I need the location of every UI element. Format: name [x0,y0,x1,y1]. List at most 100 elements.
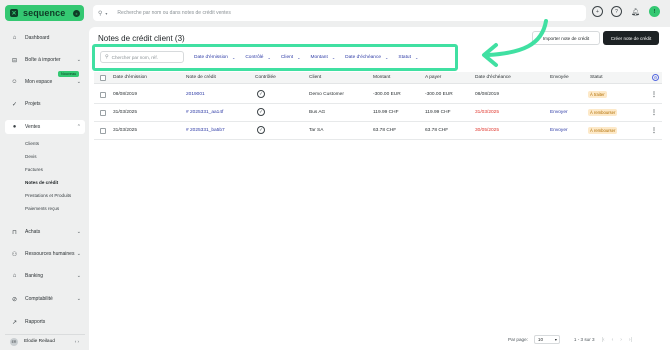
controlled-check-icon[interactable]: ✓ [257,90,265,98]
cell-amount: 119.99 CHF [373,110,399,115]
prev-page-icon[interactable]: ‹ [612,337,614,343]
row-checkbox[interactable] [100,110,106,116]
column-header[interactable]: Date d'émission [113,75,147,80]
chevron-down-icon[interactable]: ▾ [105,11,107,16]
sidebar-subitem-devis[interactable]: Devis [25,154,37,159]
brand-logo[interactable]: ✕ sequence ± [5,5,84,21]
sidebar-item-label: Banking [25,273,44,279]
chevron-down-icon: ⌄ [76,296,81,302]
sidebar-item-dashboard[interactable]: ⌂ Dashboard [5,31,85,45]
sidebar-item-ventes[interactable]: ● Ventes ⌃ [5,120,85,134]
avatar: ER [10,337,18,346]
column-header[interactable]: Montant [373,75,390,80]
column-header[interactable]: Envoyée [550,75,569,80]
person-icon: ☺ [11,79,18,85]
next-page-icon[interactable]: › [620,337,622,343]
row-checkbox[interactable] [100,92,106,98]
filter-label: Montant [310,54,328,60]
check-icon: ✓ [11,101,18,108]
column-header[interactable]: Client [309,75,321,80]
search-input[interactable]: Recherche par nom ou dans notes de crédi… [117,10,230,16]
controlled-check-icon[interactable]: ✓ [257,126,265,134]
filter-bar: ⚲ Chercher par nom, réf. Date d'émission… [100,50,454,64]
sidebar-item-label: Dashboard [25,35,50,41]
people-icon: ⚇ [11,251,18,258]
inbox-icon: ⊟ [11,57,18,64]
column-settings-icon[interactable]: ⚙ [652,74,659,81]
status-badge: À rembourser [588,127,618,134]
filter-label: Contrôlé [245,54,264,60]
last-page-icon[interactable]: ›| [629,337,632,343]
column-header[interactable]: Statut [590,75,603,80]
cell-note-link[interactable]: # 2025331_ba5b7 [186,128,225,133]
table-row[interactable]: 08/08/2019 2019001 ✓ Demo Customer -300.… [94,86,662,104]
controlled-check-icon[interactable]: ✓ [257,108,265,116]
chevron-down-icon: ⌄ [385,54,389,60]
main-panel: Notes de crédit client (3) Importer note… [89,19,670,350]
sidebar-item-mon-espace[interactable]: ☺ Mon espace ⌄ [5,75,85,89]
sidebar-subitem-clients[interactable]: Clients [25,141,39,146]
help-icon[interactable]: ? [611,6,622,17]
filter-client[interactable]: Client ⌄ [281,55,301,60]
search-icon: ⚲ [98,10,103,17]
sidebar-subitem-factures[interactable]: Factures [25,167,43,172]
brand-name: sequence [23,8,66,18]
sidebar-subitem-notes-credit[interactable]: Notes de crédit [25,180,58,185]
cell-amount: 63.78 CHF [373,128,397,133]
table-row[interactable]: 31/03/2025 # 2025331_ba5b7 ✓ Tar SA 63.7… [94,122,662,140]
top-icons: + ? 🔔︎ ! [592,6,660,17]
filter-label: Date d'émission [194,54,228,60]
column-header[interactable]: Date d'échéance [475,75,511,80]
sidebar-item-projets[interactable]: ✓ Projets [5,97,85,111]
filter-statut[interactable]: Statut ⌄ [398,55,418,60]
more-icon[interactable]: ⋮ [651,109,657,116]
filter-montant[interactable]: Montant ⌄ [310,55,335,60]
chevron-down-icon: ⌄ [267,54,271,60]
column-header[interactable]: A payer [425,75,441,80]
chevron-down-icon: ⌄ [414,54,419,60]
chart-icon: ↗ [11,319,18,326]
filter-controle[interactable]: Contrôlé ⌄ [245,55,271,60]
top-bar: ✕ sequence ± ⚲ ▾ Recherche par nom ou da… [0,0,670,26]
sidebar-item-rapports[interactable]: ↗ Rapports [5,315,85,329]
sidebar-item-label: Mon espace [25,79,53,85]
bell-icon[interactable]: 🔔︎ [630,6,641,17]
sidebar-subitem-prestations[interactable]: Prestations et Produits [25,193,71,198]
sidebar-item-banking[interactable]: ⌂ Banking ⌄ [5,269,85,283]
sidebar-item-comptabilite[interactable]: ⊘ Comptabilité ⌄ [5,292,85,306]
logo-mark-icon: ✕ [10,9,18,17]
sidebar-subitem-paiements[interactable]: Paiements reçus [25,206,59,211]
per-page-select[interactable]: 10 ▾ [533,335,560,344]
bag-icon: ⊓ [12,229,17,236]
table-row[interactable]: 31/03/2025 # 2025331_aa14f ✓ Bus AG 119.… [94,104,662,122]
first-page-icon[interactable]: |‹ [602,337,605,343]
sidebar-item-rh[interactable]: ⚇ Ressources humaines ⌄ [5,247,85,261]
column-header[interactable]: Note de crédit [186,75,216,80]
send-link[interactable]: Envoyer [550,110,568,115]
cell-note-link[interactable]: # 2025331_aa14f [186,110,223,115]
sidebar-item-import[interactable]: ⊟ Boîte à importer ⌄ [5,53,85,67]
chevron-down-icon: ⌄ [76,273,81,279]
user-menu[interactable]: ER Elodie Reilaud ‹ › [5,334,85,348]
collapse-icon[interactable]: ‹ › [75,339,79,344]
sidebar-item-achats[interactable]: ⊓ Achats ⌄ [5,225,85,239]
column-header[interactable]: Contrôlée [255,75,276,80]
sidebar-item-label: Comptabilité [25,296,53,302]
select-all-checkbox[interactable] [100,75,106,81]
chevron-down-icon: ⌄ [76,229,81,235]
filter-date-echeance[interactable]: Date d'échéance ⌄ [345,55,388,60]
add-icon[interactable]: + [592,6,603,17]
filter-search-input[interactable]: ⚲ Chercher par nom, réf. [100,51,184,63]
row-checkbox[interactable] [100,128,106,134]
cell-due: 08/08/2019 [475,92,500,97]
chevron-down-icon: ▾ [554,337,557,342]
account-icon[interactable]: ! [649,6,660,17]
chevron-up-icon: ⌃ [76,124,81,130]
chevron-down-icon: ⌄ [231,54,236,60]
create-credit-note-button[interactable]: Créer note de crédit [603,31,659,45]
more-icon[interactable]: ⋮ [651,91,657,98]
send-link[interactable]: Envoyer [550,128,568,133]
filter-date-emission[interactable]: Date d'émission ⌄ [194,55,235,60]
cell-note-link[interactable]: 2019001 [186,92,205,97]
more-icon[interactable]: ⋮ [651,127,657,134]
